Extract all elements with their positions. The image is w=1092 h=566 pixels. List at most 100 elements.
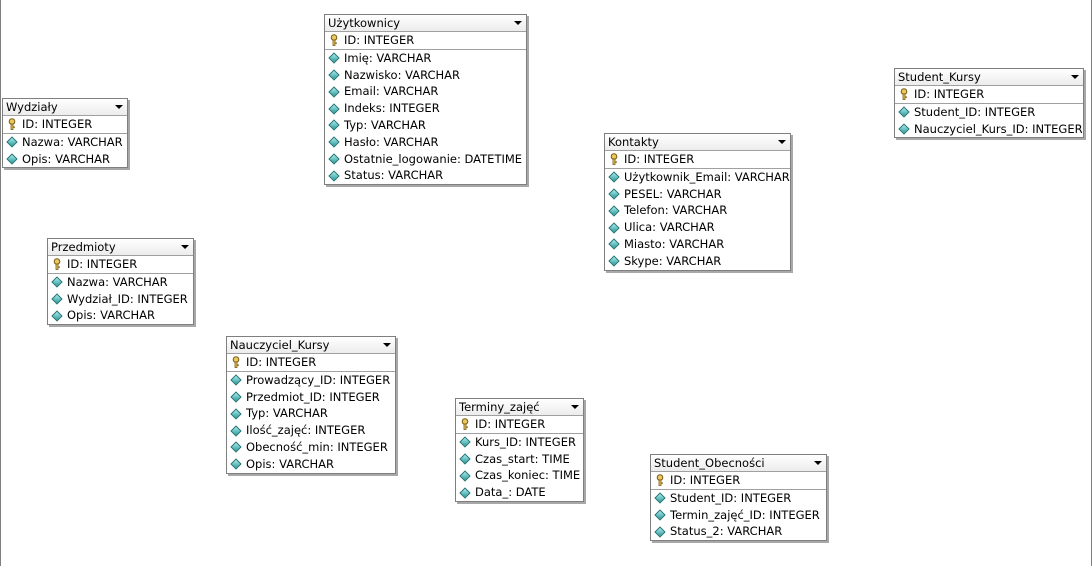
column-row[interactable]: Obecność_min: INTEGER [227, 439, 395, 456]
column-diamond-icon [51, 276, 63, 288]
column-diamond-icon [608, 171, 620, 183]
column-diamond-icon [328, 119, 340, 132]
primary-key-row[interactable]: ID: INTEGER [3, 116, 127, 133]
primary-key-label: ID: INTEGER [624, 152, 695, 166]
column-row[interactable]: Czas_start: TIME [456, 451, 583, 468]
primary-key-label: ID: INTEGER [344, 33, 415, 47]
column-row[interactable]: Status: VARCHAR [325, 167, 526, 184]
column-row[interactable]: Miasto: VARCHAR [605, 236, 790, 253]
table-header[interactable]: Kontakty [605, 134, 790, 151]
column-row[interactable]: Imię: VARCHAR [325, 50, 526, 67]
column-row[interactable]: Ilość_zajęć: INTEGER [227, 422, 395, 439]
column-row[interactable]: Opis: VARCHAR [3, 151, 127, 168]
column-label: Telefon: VARCHAR [624, 203, 728, 218]
dropdown-arrow-icon[interactable] [514, 21, 522, 25]
table-kontakty[interactable]: Kontakty ID: INTEGER Użytkownik_Email: VAR… [604, 133, 791, 271]
table-title: Terminy_zajęć [459, 400, 540, 414]
dropdown-arrow-icon[interactable] [115, 105, 123, 109]
primary-key-row[interactable]: ID: INTEGER [48, 256, 193, 273]
primary-key-icon [898, 88, 910, 101]
column-row[interactable]: Email: VARCHAR [325, 83, 526, 100]
column-row[interactable]: Nazwisko: VARCHAR [325, 67, 526, 84]
column-row[interactable]: Hasło: VARCHAR [325, 134, 526, 151]
column-diamond-icon [328, 153, 340, 165]
column-label: Data_: DATE [475, 485, 546, 500]
table-student-obecnosci[interactable]: Student_Obecności ID: INTEGER Student_ID: … [650, 454, 827, 542]
column-diamond-icon [230, 391, 242, 403]
column-row[interactable]: Wydział_ID: INTEGER [48, 291, 193, 308]
column-diamond-icon [230, 374, 242, 386]
column-label: Typ: VARCHAR [246, 406, 328, 421]
column-row[interactable]: Skype: VARCHAR [605, 253, 790, 270]
primary-key-row[interactable]: ID: INTEGER [456, 416, 583, 433]
table-header[interactable]: Użytkownicy [325, 15, 526, 32]
column-row[interactable]: Opis: VARCHAR [48, 307, 193, 324]
column-row[interactable]: PESEL: VARCHAR [605, 186, 790, 203]
column-label: Opis: VARCHAR [22, 151, 111, 166]
column-row[interactable]: Nazwa: VARCHAR [48, 274, 193, 291]
table-header[interactable]: Student_Kursy [895, 69, 1083, 86]
primary-key-icon [328, 34, 340, 47]
table-nauczyciel-kursy[interactable]: Nauczyciel_Kursy ID: INTEGER Prowadzący_ID… [226, 336, 396, 474]
table-wydzialy[interactable]: Wydziały ID: INTEGER Nazwa: VARCHAR Opis: V… [2, 98, 128, 169]
column-row[interactable]: Prowadzący_ID: INTEGER [227, 372, 395, 389]
column-row[interactable]: Przedmiot_ID: INTEGER [227, 389, 395, 406]
primary-key-section: ID: INTEGER [48, 256, 193, 274]
dropdown-arrow-icon[interactable] [814, 461, 822, 465]
primary-key-icon [6, 118, 18, 131]
column-row[interactable]: Student_ID: INTEGER [895, 104, 1083, 121]
column-row[interactable]: Opis: VARCHAR [227, 456, 395, 473]
columns-section: Kurs_ID: INTEGER Czas_start: TIME Czas_kon… [456, 434, 583, 501]
primary-key-row[interactable]: ID: INTEGER [605, 151, 790, 168]
table-uzytkownicy[interactable]: Użytkownicy ID: INTEGER Imię: VARCHAR Nazwi… [324, 14, 527, 186]
column-label: Miasto: VARCHAR [624, 236, 725, 251]
table-header[interactable]: Wydziały [3, 99, 127, 116]
table-title: Przedmioty [51, 240, 116, 254]
column-row[interactable]: Status_2: VARCHAR [651, 523, 826, 540]
column-row[interactable]: Nauczyciel_Kurs_ID: INTEGER [895, 121, 1083, 138]
column-row[interactable]: Indeks: INTEGER [325, 100, 526, 117]
column-label: Ilość_zajęć: INTEGER [246, 423, 366, 438]
dropdown-arrow-icon[interactable] [571, 405, 579, 409]
primary-key-row[interactable]: ID: INTEGER [325, 32, 526, 49]
primary-key-section: ID: INTEGER [605, 151, 790, 169]
primary-key-row[interactable]: ID: INTEGER [227, 354, 395, 371]
column-diamond-icon [654, 492, 666, 504]
table-title: Kontakty [608, 135, 659, 149]
table-header[interactable]: Terminy_zajęć [456, 399, 583, 416]
dropdown-arrow-icon[interactable] [181, 245, 189, 249]
column-row[interactable]: Typ: VARCHAR [227, 405, 395, 422]
column-row[interactable]: Kurs_ID: INTEGER [456, 434, 583, 451]
column-row[interactable]: Ulica: VARCHAR [605, 219, 790, 236]
dropdown-arrow-icon[interactable] [383, 343, 391, 347]
column-row[interactable]: Data_: DATE [456, 484, 583, 501]
column-label: Opis: VARCHAR [246, 456, 335, 471]
column-diamond-icon [328, 52, 340, 64]
primary-key-section: ID: INTEGER [325, 32, 526, 50]
column-row[interactable]: Ostatnie_logowanie: DATETIME [325, 151, 526, 168]
column-label: Imię: VARCHAR [344, 50, 432, 65]
table-terminy-zajec[interactable]: Terminy_zajęć ID: INTEGER Kurs_ID: INTEGER… [455, 398, 584, 502]
primary-key-row[interactable]: ID: INTEGER [651, 472, 826, 489]
column-label: Opis: VARCHAR [67, 308, 156, 323]
table-przedmioty[interactable]: Przedmioty ID: INTEGER Nazwa: VARCHAR Wydzi… [47, 238, 194, 326]
primary-key-label: ID: INTEGER [67, 257, 138, 271]
table-student-kursy[interactable]: Student_Kursy ID: INTEGER Student_ID: INTE… [894, 68, 1084, 139]
primary-key-section: ID: INTEGER [895, 86, 1083, 104]
primary-key-section: ID: INTEGER [456, 416, 583, 434]
table-header[interactable]: Przedmioty [48, 239, 193, 256]
dropdown-arrow-icon[interactable] [778, 140, 786, 144]
column-row[interactable]: Termin_zajęć_ID: INTEGER [651, 507, 826, 524]
column-row[interactable]: Typ: VARCHAR [325, 117, 526, 134]
dropdown-arrow-icon[interactable] [1071, 75, 1079, 79]
column-row[interactable]: Nazwa: VARCHAR [3, 134, 127, 151]
primary-key-row[interactable]: ID: INTEGER [895, 86, 1083, 103]
primary-key-section: ID: INTEGER [3, 116, 127, 134]
column-row[interactable]: Telefon: VARCHAR [605, 202, 790, 219]
table-header[interactable]: Nauczyciel_Kursy [227, 337, 395, 354]
column-label: Termin_zajęć_ID: INTEGER [670, 507, 820, 522]
column-row[interactable]: Student_ID: INTEGER [651, 490, 826, 507]
column-row[interactable]: Użytkownik_Email: VARCHAR [605, 169, 790, 186]
column-row[interactable]: Czas_koniec: TIME [456, 467, 583, 484]
table-header[interactable]: Student_Obecności [651, 455, 826, 472]
